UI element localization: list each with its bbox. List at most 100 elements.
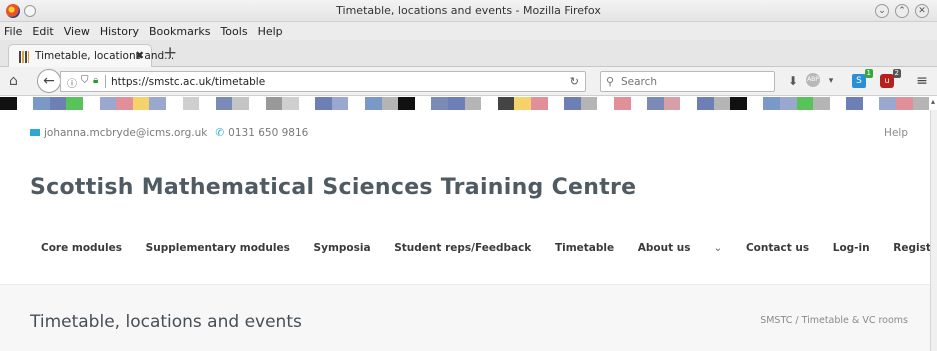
tab-label: Timetable, locations and... bbox=[35, 50, 175, 62]
nav-core-modules[interactable]: Core modules bbox=[41, 242, 122, 254]
color-strip-block bbox=[49, 97, 67, 110]
nav-supplementary-modules[interactable]: Supplementary modules bbox=[146, 242, 290, 254]
color-strip-block bbox=[497, 97, 515, 110]
color-strip-block bbox=[99, 97, 117, 110]
reload-icon[interactable]: ↻ bbox=[570, 75, 579, 88]
phone-icon: ✆ bbox=[215, 127, 225, 139]
help-link[interactable]: Help bbox=[884, 127, 908, 139]
search-input[interactable] bbox=[621, 74, 771, 89]
close-window-button[interactable]: ✕ bbox=[915, 4, 929, 18]
color-strip-block bbox=[514, 97, 531, 110]
color-strip-block bbox=[132, 97, 150, 110]
menu-history[interactable]: History bbox=[95, 22, 144, 38]
menu-bookmarks[interactable]: Bookmarks bbox=[144, 22, 215, 38]
menu-help[interactable]: Help bbox=[253, 22, 288, 38]
ublock-icon[interactable]: u2 bbox=[880, 69, 901, 88]
site-title[interactable]: Scottish Mathematical Sciences Training … bbox=[30, 175, 636, 200]
color-strip-block bbox=[547, 97, 565, 110]
color-strip-block bbox=[348, 97, 366, 110]
mail-icon bbox=[30, 129, 40, 136]
color-strip-block bbox=[365, 97, 382, 110]
color-strip-block bbox=[813, 97, 830, 110]
menu-bar: File Edit View History Bookmarks Tools Help bbox=[0, 22, 937, 40]
page-header: Timetable, locations and events SMSTC / … bbox=[0, 284, 930, 351]
window-title: Timetable, locations and events - Mozill… bbox=[336, 4, 601, 17]
color-strip-block bbox=[298, 97, 316, 110]
color-strip-block bbox=[82, 97, 100, 110]
color-strip-block bbox=[448, 97, 465, 110]
color-strip-block bbox=[398, 97, 415, 110]
color-strip-block bbox=[531, 97, 548, 110]
color-strip-block bbox=[597, 97, 614, 110]
color-strip-block bbox=[779, 97, 797, 110]
color-strip-block bbox=[381, 97, 399, 110]
contact-phone[interactable]: 0131 650 9816 bbox=[228, 127, 308, 139]
color-strip-block bbox=[66, 97, 83, 110]
color-strip-block bbox=[248, 97, 266, 110]
search-bar[interactable]: ⚲ bbox=[600, 71, 775, 92]
color-strip-block bbox=[282, 97, 299, 110]
color-strip-block bbox=[116, 97, 133, 110]
menu-view[interactable]: View bbox=[59, 22, 95, 38]
color-strip-block bbox=[16, 97, 34, 110]
vertical-scrollbar[interactable] bbox=[930, 110, 937, 351]
breadcrumb[interactable]: SMSTC / Timetable & VC rooms bbox=[760, 315, 908, 326]
main-navigation: Core modules Supplementary modules Sympo… bbox=[41, 242, 937, 254]
color-strip-block bbox=[464, 97, 482, 110]
color-strip-block bbox=[265, 97, 283, 110]
nav-contact-us[interactable]: Contact us bbox=[746, 242, 809, 254]
color-strip-block bbox=[879, 97, 897, 110]
color-strip-block bbox=[862, 97, 880, 110]
contact-email[interactable]: johanna.mcbryde@icms.org.uk bbox=[44, 127, 207, 139]
scroll-up-arrow-icon[interactable]: ▴ bbox=[929, 97, 937, 108]
maximize-button[interactable]: ⌃ bbox=[895, 4, 909, 18]
color-strip-block bbox=[680, 97, 697, 110]
back-button[interactable]: ← bbox=[37, 69, 61, 93]
menu-file[interactable]: File bbox=[0, 22, 27, 38]
downloads-icon[interactable]: ⬇ bbox=[784, 72, 802, 90]
nav-student-reps[interactable]: Student reps/Feedback bbox=[394, 242, 531, 254]
color-strip-block bbox=[564, 97, 581, 110]
url-bar[interactable]: ⓘ ⛉ 🔒︎ ↻ bbox=[60, 71, 586, 92]
color-strip-block bbox=[331, 97, 349, 110]
adblock-dropdown-icon[interactable]: ▾ bbox=[822, 72, 840, 90]
navigation-toolbar: ⌂ ← ⓘ ⛉ 🔒︎ ↻ ⚲ ⬇ ABP ▾ S1 u2 ≡ bbox=[0, 67, 937, 96]
extension-s-icon[interactable]: S1 bbox=[852, 69, 873, 88]
window-titlebar: Timetable, locations and events - Mozill… bbox=[0, 0, 937, 22]
color-strip-block bbox=[713, 97, 731, 110]
color-strip-block bbox=[663, 97, 681, 110]
tab-timetable[interactable]: Timetable, locations and... ✖ bbox=[8, 44, 174, 68]
color-strip-block bbox=[165, 97, 183, 110]
ublock-badge: 2 bbox=[892, 69, 901, 78]
color-strip-block bbox=[414, 97, 432, 110]
color-strip-block bbox=[696, 97, 714, 110]
menu-tools[interactable]: Tools bbox=[215, 22, 252, 38]
color-strip-block bbox=[149, 97, 166, 110]
tab-close-icon[interactable]: ✖ bbox=[135, 49, 144, 62]
hamburger-menu-icon[interactable]: ≡ bbox=[913, 72, 931, 90]
home-icon[interactable]: ⌂ bbox=[9, 73, 18, 89]
color-strip-block bbox=[431, 97, 449, 110]
adblock-icon[interactable]: ABP bbox=[806, 73, 820, 87]
nav-log-in[interactable]: Log-in bbox=[833, 242, 870, 254]
color-strip-block bbox=[0, 97, 17, 110]
color-strip-block bbox=[829, 97, 847, 110]
color-strip-block bbox=[912, 97, 930, 110]
color-strip-block bbox=[232, 97, 249, 110]
new-tab-button[interactable]: + bbox=[163, 43, 177, 63]
contact-info: johanna.mcbryde@icms.org.uk ✆ 0131 650 981… bbox=[30, 127, 308, 139]
color-strip-block bbox=[647, 97, 664, 110]
url-input[interactable] bbox=[111, 74, 571, 89]
color-strip-block bbox=[33, 97, 50, 110]
menu-edit[interactable]: Edit bbox=[27, 22, 58, 38]
nav-symposia[interactable]: Symposia bbox=[314, 242, 371, 254]
color-strip-block bbox=[730, 97, 747, 110]
color-strip-block bbox=[481, 97, 498, 110]
lock-icon[interactable]: 🔒︎ bbox=[93, 75, 98, 86]
nav-about-us[interactable]: About us ⌄ bbox=[638, 242, 723, 254]
info-icon[interactable]: ⓘ bbox=[67, 75, 77, 90]
tracking-shield-icon[interactable]: ⛉ bbox=[81, 75, 89, 86]
color-strip-block bbox=[630, 97, 648, 110]
minimize-button[interactable]: ⌄ bbox=[875, 4, 889, 18]
nav-timetable[interactable]: Timetable bbox=[555, 242, 614, 254]
